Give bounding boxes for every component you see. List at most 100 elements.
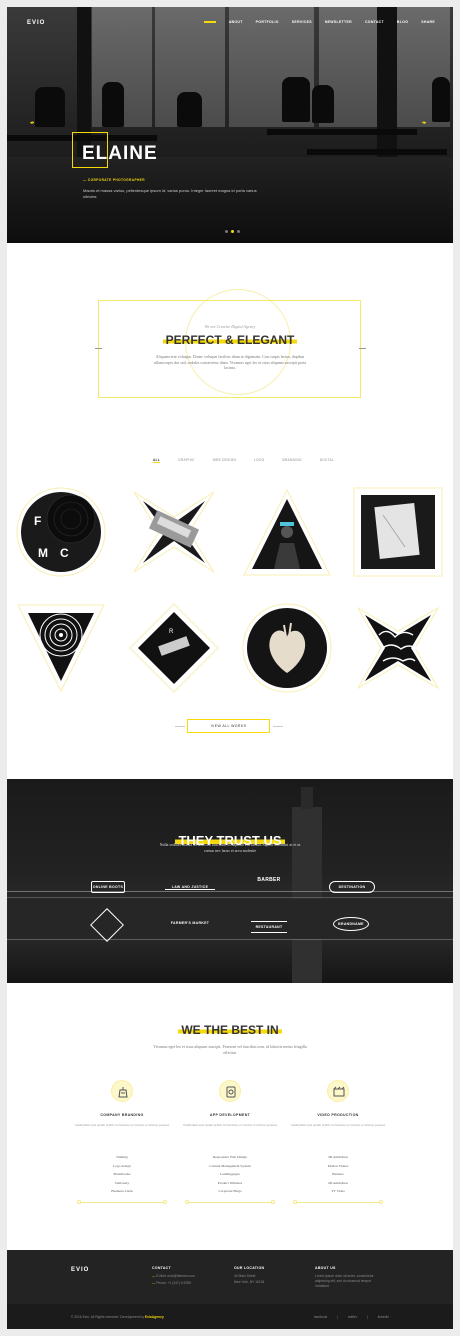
svg-text:C: C xyxy=(60,546,69,560)
social-linkedin-link[interactable]: linkedin xyxy=(378,1315,389,1319)
client-logo-restaurant: RESTAURANT xyxy=(251,921,287,933)
slider-prev-arrow-icon[interactable]: ◂▪ xyxy=(30,120,34,126)
view-all-line-right xyxy=(273,726,283,727)
service-list-item: 3D Animation xyxy=(328,1155,348,1159)
footer-bottom-bar: © 2016 Evio. All Rights reserved. Develo… xyxy=(7,1304,453,1329)
portfolio-item-vinyl-circle[interactable]: F M C xyxy=(16,487,106,577)
service-list-item: Logo design xyxy=(113,1163,131,1168)
svg-text:M: M xyxy=(38,546,48,560)
hero-subtitle: — CORPORATE PHOTOGRAPHER xyxy=(83,178,145,182)
service-title-app: APP DEVELOPMENT xyxy=(209,1113,251,1117)
service-list-item: Business Cards xyxy=(111,1189,133,1193)
portfolio-item-circle-heart[interactable] xyxy=(242,603,332,693)
nav-item-share[interactable]: SHARE xyxy=(421,20,435,24)
portfolio-item-triangle-fingerprint[interactable] xyxy=(16,603,106,693)
hero-silhouette xyxy=(177,92,202,127)
branding-icon xyxy=(111,1080,133,1102)
service-divider-dot xyxy=(293,1200,297,1204)
about-right-tick xyxy=(359,348,366,349)
slider-dot-active[interactable] xyxy=(231,230,234,233)
footer-email[interactable]: — E-Mail: evio@themes.com xyxy=(152,1274,195,1279)
light-streak xyxy=(7,897,453,898)
light-streak xyxy=(7,891,453,892)
social-links: facebook | twitter | linkedin xyxy=(314,1315,389,1319)
footer-address-line1: 40 Main Street xyxy=(234,1274,256,1278)
footer-location-title: OUR LOCATION xyxy=(234,1266,265,1270)
filter-logo[interactable]: LOGO xyxy=(254,458,264,463)
nav-item-about[interactable]: ABOUT xyxy=(229,20,243,24)
video-production-icon xyxy=(327,1080,349,1102)
nav-item-blog[interactable]: BLOG xyxy=(397,20,408,24)
social-twitter-link[interactable]: twitter xyxy=(348,1315,357,1319)
credit-link[interactable]: EvioAgency xyxy=(145,1315,164,1319)
services-title: WE THE BEST IN xyxy=(7,1023,453,1037)
social-divider: | xyxy=(337,1315,339,1319)
filter-all[interactable]: ALL xyxy=(153,458,161,463)
service-title-branding: COMPANY BRANDING xyxy=(100,1113,144,1117)
svg-text:R: R xyxy=(169,629,174,635)
hero-table xyxy=(267,129,417,135)
portfolio-item-cross-photo[interactable] xyxy=(129,487,219,577)
svg-text:F: F xyxy=(34,514,41,528)
nav-active-indicator xyxy=(203,21,216,23)
service-list-app: Responsive Web Design Content Management… xyxy=(180,1155,280,1198)
service-list-item: Banners xyxy=(332,1172,344,1176)
service-list-item: 2D Animation xyxy=(328,1180,348,1185)
app-development-icon xyxy=(219,1080,241,1102)
client-logo-online-boots: ONLINE BOOTS xyxy=(91,881,125,893)
slider-next-arrow-icon[interactable]: ▪▸ xyxy=(422,120,426,126)
client-logo-brandname: BRANDNAME xyxy=(333,917,369,931)
hero-text: Mauris et massa varius, pellentesque ips… xyxy=(83,188,257,199)
service-list-item: TV Video xyxy=(331,1189,345,1193)
services-text: Vivamus eget leo et risus aliquam suscip… xyxy=(153,1044,307,1055)
portfolio-filters: ALL GRAPHIC WEB DESIGN LOGO BRANDING DIG… xyxy=(153,458,334,463)
footer-address-line2: New York, NY 10154 xyxy=(234,1280,265,1284)
site-logo[interactable]: EVIO xyxy=(27,20,45,26)
filter-digital[interactable]: DIGITAL xyxy=(320,458,334,463)
hero-silhouette xyxy=(282,77,310,122)
service-desc-branding: Vestibulum ante ipsum primis in faucibus… xyxy=(74,1123,170,1127)
city-skyline xyxy=(7,899,453,939)
slider-dots xyxy=(225,230,240,233)
portfolio-item-cross-lettering[interactable] xyxy=(353,603,443,693)
portfolio-item-diamond-device[interactable]: R xyxy=(129,603,219,693)
about-text: Aliquam erat volutpat. Donec volutpat fa… xyxy=(153,354,307,370)
client-logo-barber: BARBER xyxy=(257,877,281,883)
slider-dot[interactable] xyxy=(225,230,228,233)
service-list-item: Responsive Web Design xyxy=(212,1155,248,1159)
footer-logo[interactable]: EVIO xyxy=(71,1267,89,1273)
copyright: © 2016 Evio. All Rights reserved. Develo… xyxy=(71,1315,164,1319)
nav-item-contact[interactable]: CONTACT xyxy=(365,20,384,24)
service-divider-dot xyxy=(77,1200,81,1204)
nav-item-portfolio[interactable]: PORTFOLIO xyxy=(256,20,279,24)
slider-dot[interactable] xyxy=(237,230,240,233)
service-list-item: Landingpages xyxy=(220,1172,240,1176)
service-list-video: 3D Animation Motion Videos Banners 2D An… xyxy=(288,1155,388,1198)
nav-item-newsletter[interactable]: NEWSLETTER xyxy=(325,20,352,24)
main-nav: ABOUT PORTFOLIO SERVICES NEWSLETTER CONT… xyxy=(203,20,435,24)
nav-item-services[interactable]: SERVICES xyxy=(292,20,312,24)
service-divider-dot xyxy=(379,1200,383,1204)
hero-silhouette xyxy=(102,82,124,127)
social-divider: | xyxy=(366,1315,368,1319)
service-divider xyxy=(187,1202,273,1203)
filter-web-design[interactable]: WEB DESIGN xyxy=(213,458,236,463)
filter-graphic[interactable]: GRAPHIC xyxy=(178,458,195,463)
social-facebook-link[interactable]: facebook xyxy=(314,1315,327,1319)
clients-section: THEY TRUST US Nulla sodales massa sit am… xyxy=(7,779,453,983)
service-divider xyxy=(79,1202,165,1203)
page: EVIO ABOUT PORTFOLIO SERVICES NEWSLETTER… xyxy=(7,7,453,1329)
service-list-branding: Naming Logo design Brandbooks Stationery… xyxy=(72,1155,172,1198)
portfolio-item-triangle-portrait[interactable] xyxy=(242,487,332,577)
site-footer: EVIO CONTACT — E-Mail: evio@themes.com —… xyxy=(7,1250,453,1329)
client-logo-destination: DESTINATION xyxy=(329,881,375,893)
service-title-video: VIDEO PRODUCTION xyxy=(317,1113,359,1117)
view-all-works-button[interactable]: VIEW ALL WORKS xyxy=(187,719,270,733)
portfolio-item-square-print[interactable] xyxy=(353,487,443,577)
clients-text: Nulla sodales massa sit amet mi faucibus… xyxy=(159,842,301,853)
about-tagline: We are Creative Digital Agency xyxy=(204,324,256,329)
service-divider-dot xyxy=(185,1200,189,1204)
service-list-item: Brandbooks xyxy=(113,1172,131,1176)
service-divider xyxy=(295,1202,381,1203)
filter-branding[interactable]: BRANDING xyxy=(283,458,302,463)
